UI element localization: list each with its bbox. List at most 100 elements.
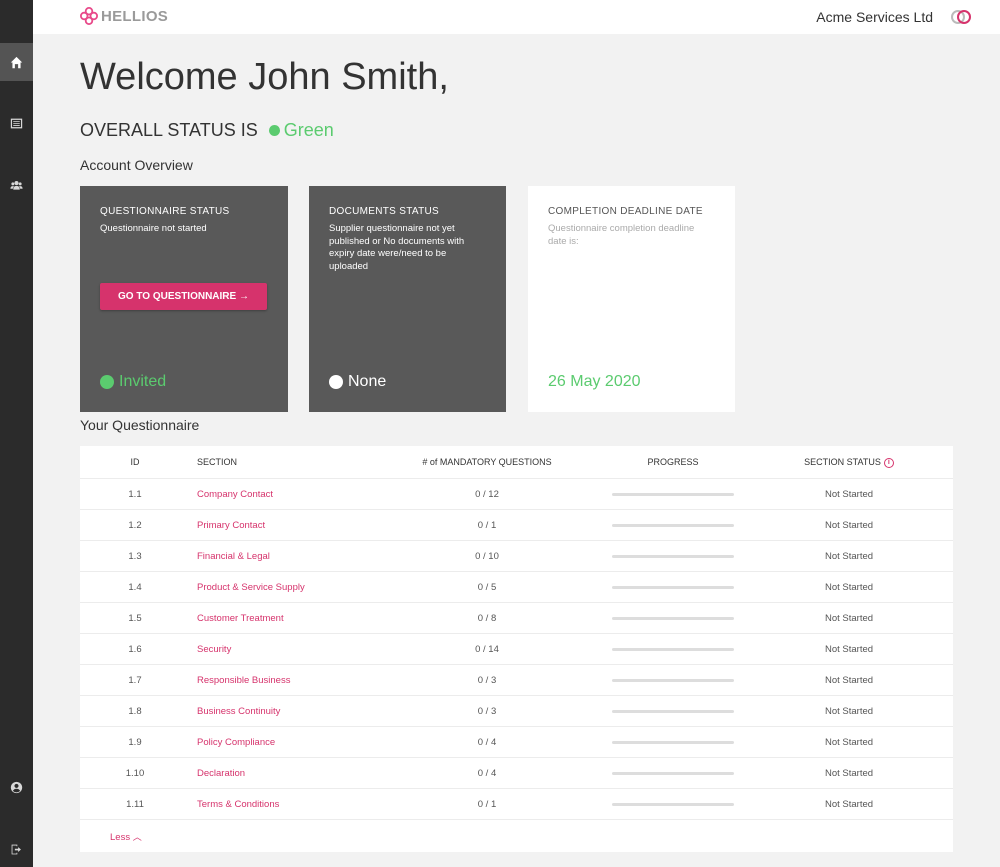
card-description: Questionnaire completion deadline date i… xyxy=(548,223,695,247)
sidebar xyxy=(0,0,33,867)
row-section-status: Not Started xyxy=(824,675,874,686)
logout-icon xyxy=(11,844,21,854)
row-progress xyxy=(612,541,734,572)
your-questionnaire-heading: Your Questionnaire xyxy=(80,417,200,433)
header-section-status: SECTION STATUS i xyxy=(764,446,934,479)
row-section-status: Not Started xyxy=(824,582,874,593)
row-id: 1.1 xyxy=(128,489,142,500)
deadline-date: 26 May 2020 xyxy=(548,373,641,390)
row-section-status: Not Started xyxy=(824,520,874,531)
row-mandatory-count: 0 / 3 xyxy=(477,675,497,686)
progress-bar xyxy=(612,524,734,527)
table-row: 1.10 Declaration 0 / 4 Not Started xyxy=(80,758,953,789)
progress-bar xyxy=(612,741,734,744)
go-to-questionnaire-button[interactable]: GO TO QUESTIONNAIRE → xyxy=(100,283,267,310)
account-icon xyxy=(10,781,23,793)
card-title: DOCUMENTS STATUS xyxy=(329,206,439,217)
sidebar-item-list[interactable] xyxy=(0,104,33,142)
header-id: ID xyxy=(130,457,140,467)
less-label: Less xyxy=(110,832,131,843)
row-section-link[interactable]: Product & Service Supply xyxy=(197,572,417,603)
table-row: 1.11 Terms & Conditions 0 / 1 Not Started xyxy=(80,789,953,820)
header-mandatory: # of MANDATORY QUESTIONS xyxy=(422,457,552,467)
row-section-status: Not Started xyxy=(824,489,874,500)
table-row: 1.7 Responsible Business 0 / 3 Not Started xyxy=(80,665,953,696)
company-name: Acme Services Ltd xyxy=(816,9,933,25)
row-section-link[interactable]: Primary Contact xyxy=(197,510,417,541)
table-header: ID SECTION # of MANDATORY QUESTIONS PROG… xyxy=(80,446,953,479)
table-row: 1.6 Security 0 / 14 Not Started xyxy=(80,634,953,665)
table-row: 1.9 Policy Compliance 0 / 4 Not Started xyxy=(80,727,953,758)
row-section-link[interactable]: Financial & Legal xyxy=(197,541,417,572)
row-mandatory-count: 0 / 1 xyxy=(477,520,497,531)
sidebar-item-users[interactable] xyxy=(0,166,33,204)
row-mandatory-count: 0 / 14 xyxy=(475,644,499,655)
row-progress xyxy=(612,634,734,665)
row-mandatory-count: 0 / 4 xyxy=(477,768,497,779)
table-row: 1.3 Financial & Legal 0 / 10 Not Started xyxy=(80,541,953,572)
row-id: 1.2 xyxy=(128,520,142,531)
card-title: COMPLETION DEADLINE DATE xyxy=(548,206,703,217)
row-section-status: Not Started xyxy=(824,551,874,562)
completion-deadline-card: COMPLETION DEADLINE DATE Questionnaire c… xyxy=(528,186,735,412)
row-mandatory-count: 0 / 4 xyxy=(477,737,497,748)
documents-status-card: DOCUMENTS STATUS Supplier questionnaire … xyxy=(309,186,506,412)
card-description: Supplier questionnaire not yet published… xyxy=(329,223,465,272)
row-section-status: Not Started xyxy=(824,644,874,655)
row-section-link[interactable]: Company Contact xyxy=(197,479,417,510)
row-section-link[interactable]: Business Continuity xyxy=(197,696,417,727)
table-row: 1.8 Business Continuity 0 / 3 Not Started xyxy=(80,696,953,727)
row-section-link[interactable]: Security xyxy=(197,634,417,665)
progress-bar xyxy=(612,772,734,775)
row-id: 1.6 xyxy=(128,644,142,655)
row-progress xyxy=(612,510,734,541)
logo-icon xyxy=(80,7,98,25)
row-id: 1.8 xyxy=(128,706,142,717)
row-section-link[interactable]: Responsible Business xyxy=(197,665,417,696)
row-progress xyxy=(612,665,734,696)
sidebar-item-logout[interactable] xyxy=(0,830,33,867)
row-section-link[interactable]: Declaration xyxy=(197,758,417,789)
progress-bar xyxy=(612,710,734,713)
sidebar-item-account[interactable] xyxy=(0,768,33,806)
table-row: 1.4 Product & Service Supply 0 / 5 Not Star… xyxy=(80,572,953,603)
row-progress xyxy=(612,758,734,789)
row-section-status: Not Started xyxy=(824,737,874,748)
less-toggle[interactable]: Less ︿ xyxy=(110,830,142,843)
row-section-link[interactable]: Customer Treatment xyxy=(197,603,417,634)
row-id: 1.9 xyxy=(128,737,142,748)
questionnaire-status-indicator: Invited xyxy=(100,373,166,391)
row-mandatory-count: 0 / 12 xyxy=(475,489,499,500)
hellios-logo[interactable]: HELLIOS xyxy=(80,7,168,25)
row-section-link[interactable]: Terms & Conditions xyxy=(197,789,417,820)
row-section-link[interactable]: Policy Compliance xyxy=(197,727,417,758)
row-id: 1.5 xyxy=(128,613,142,624)
user-menu-icon[interactable] xyxy=(951,9,971,25)
row-id: 1.4 xyxy=(128,582,142,593)
overall-status-label: OVERALL STATUS IS xyxy=(80,120,258,140)
overall-status: OVERALL STATUS IS Green xyxy=(80,120,334,141)
progress-bar xyxy=(612,555,734,558)
questionnaire-status-card: QUESTIONNAIRE STATUS Questionnaire not s… xyxy=(80,186,288,412)
status-dot-icon xyxy=(100,375,114,389)
row-mandatory-count: 0 / 8 xyxy=(477,613,497,624)
row-section-status: Not Started xyxy=(824,799,874,810)
progress-bar xyxy=(612,803,734,806)
info-icon[interactable]: i xyxy=(883,457,894,468)
table-row: 1.5 Customer Treatment 0 / 8 Not Started xyxy=(80,603,953,634)
row-progress xyxy=(612,479,734,510)
row-progress xyxy=(612,603,734,634)
header-section-status-label: SECTION STATUS xyxy=(804,457,881,467)
progress-bar xyxy=(612,648,734,651)
progress-bar xyxy=(612,493,734,496)
row-progress xyxy=(612,696,734,727)
table-row: 1.1 Company Contact 0 / 12 Not Started xyxy=(80,479,953,510)
row-section-status: Not Started xyxy=(824,706,874,717)
row-progress xyxy=(612,727,734,758)
logo-text: HELLIOS xyxy=(101,7,169,25)
sidebar-item-home[interactable] xyxy=(0,43,33,81)
users-icon xyxy=(10,180,23,190)
list-icon xyxy=(10,118,23,128)
table-row: 1.2 Primary Contact 0 / 1 Not Started xyxy=(80,510,953,541)
row-id: 1.10 xyxy=(125,768,145,779)
